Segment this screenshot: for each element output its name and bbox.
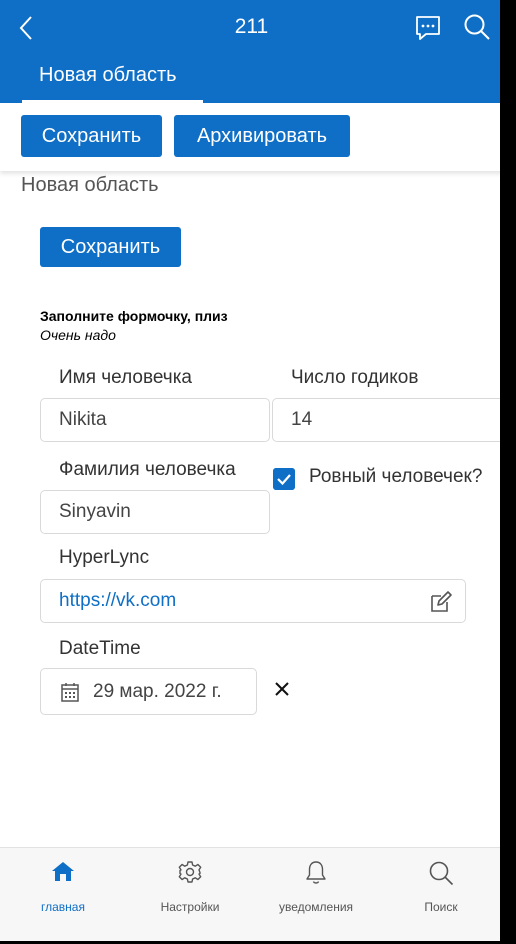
- search-icon: [429, 861, 454, 886]
- nav-settings[interactable]: Настройки: [130, 848, 250, 941]
- form-subtitle: Очень надо: [40, 327, 116, 343]
- app-bar: 211 Новая область: [0, 0, 500, 103]
- surname-value: Sinyavin: [59, 501, 131, 522]
- surname-label: Фамилия человечка: [59, 459, 236, 480]
- date-value: 29 мар. 2022 г.: [93, 680, 222, 702]
- nav-home-label: главная: [41, 900, 85, 914]
- name-value: Nikita: [59, 409, 107, 430]
- home-icon: [52, 862, 74, 881]
- nav-home[interactable]: главная: [3, 848, 123, 941]
- age-value: 14: [291, 409, 313, 430]
- nav-search-label: Поиск: [424, 900, 458, 914]
- section-title: Новая область: [21, 174, 159, 196]
- nav-notifications[interactable]: уведомления: [256, 848, 376, 941]
- bell-icon: [306, 861, 326, 884]
- link-label: HyperLync: [59, 547, 150, 568]
- link-value[interactable]: https://vk.com: [59, 590, 176, 612]
- edit-icon[interactable]: [429, 590, 453, 614]
- even-person-checkbox[interactable]: [273, 468, 295, 490]
- clear-date-icon[interactable]: [274, 681, 290, 697]
- chat-icon[interactable]: [414, 14, 442, 42]
- search-icon[interactable]: [462, 12, 492, 42]
- checkbox-label: Ровный человечек?: [309, 466, 483, 487]
- tab-new-area[interactable]: Новая область: [22, 64, 203, 103]
- age-field[interactable]: 14: [272, 398, 500, 442]
- name-label: Имя человечка: [59, 367, 192, 388]
- gear-icon: [178, 861, 202, 883]
- surname-field[interactable]: Sinyavin: [40, 490, 270, 534]
- tab-label: Новая область: [39, 64, 177, 86]
- link-field[interactable]: https://vk.com: [40, 579, 466, 623]
- form-save-button[interactable]: Сохранить: [40, 227, 181, 267]
- age-label: Число годиков: [291, 367, 419, 388]
- date-picker[interactable]: 29 мар. 2022 г.: [40, 668, 257, 715]
- nav-notifications-label: уведомления: [278, 900, 354, 914]
- nav-settings-label: Настройки: [160, 900, 220, 914]
- nav-search[interactable]: Поиск: [381, 848, 500, 941]
- date-label: DateTime: [59, 638, 141, 659]
- name-field[interactable]: Nikita: [40, 398, 270, 442]
- toolbar: Сохранить Архивировать: [0, 103, 500, 171]
- form-title: Заполните формочку, плиз: [40, 308, 228, 324]
- bottom-navigation: главная Настройки уведомления Поиск: [0, 847, 500, 941]
- save-button[interactable]: Сохранить: [21, 115, 162, 157]
- archive-button[interactable]: Архивировать: [174, 115, 350, 157]
- calendar-icon: [61, 682, 79, 702]
- app-frame: 211 Новая область Сохранить Архивировать…: [0, 0, 503, 944]
